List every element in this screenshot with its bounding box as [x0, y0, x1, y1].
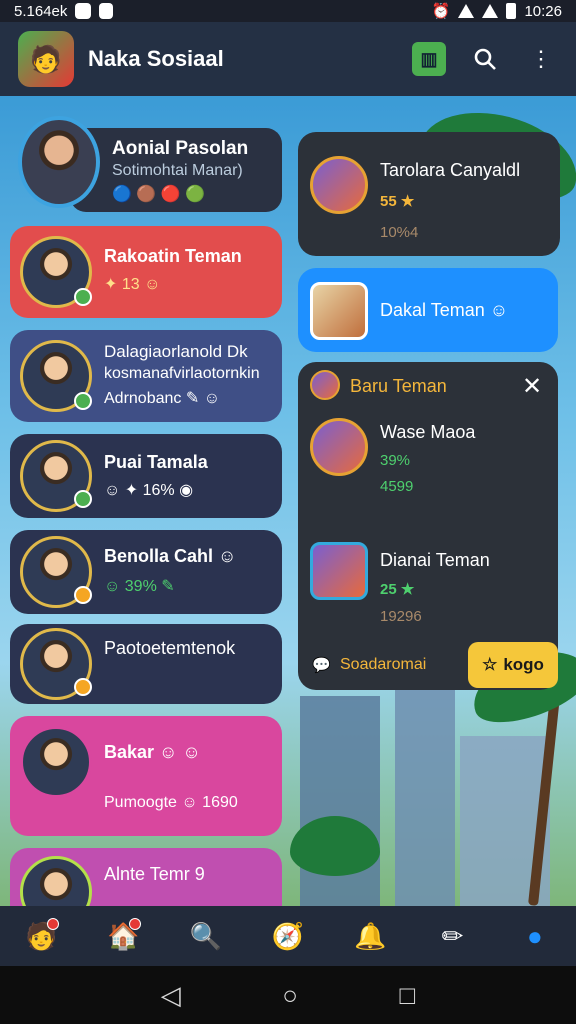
notification-icon [75, 3, 92, 19]
profile-badges: 🔵 🟤 🔴 🟢 [112, 186, 206, 203]
nav-explore-button[interactable]: 🧭 [268, 916, 308, 956]
list-item-sub: Adrnobanc ✎ ☺ [104, 390, 221, 407]
search-icon: 🔍 [189, 920, 222, 951]
status-badge-icon [74, 678, 92, 696]
profile-avatar[interactable] [18, 116, 100, 208]
star-icon: ★ [400, 193, 415, 210]
add-friend-title: Dakal Teman ☺ [380, 300, 509, 320]
list-item[interactable]: Benolla Cahl ☺ ☺ 39% ✎ [10, 530, 282, 614]
popup-footer-label[interactable]: Soadaromai [340, 656, 426, 674]
more-options-button[interactable]: ⋮ [524, 42, 558, 76]
points-button-label: kogo [503, 655, 544, 674]
list-item[interactable]: Bakar ☺ ☺ Pumoogte ☺ 1690 [10, 716, 282, 836]
card-thumbnail [310, 282, 368, 340]
search-icon [474, 48, 496, 70]
list-item-sub: Pumoogte ☺ 1690 [104, 794, 238, 811]
add-friend-card[interactable]: Dakal Teman ☺ [298, 268, 558, 352]
chat-bubble-icon: ● [526, 920, 543, 951]
sim-icon [99, 3, 114, 19]
popup-item-count: 4599 [380, 478, 414, 495]
list-item-name: Rakoatin Teman [104, 246, 242, 266]
popup-item-value-text: 25 [380, 581, 397, 598]
nav-home-button[interactable]: 🏠 [103, 916, 143, 956]
list-item-sub: ☺ 39% ✎ [104, 578, 175, 595]
list-item-name: Bakar ☺ ☺ [104, 742, 201, 762]
profile-subtitle: Sotimohtai Manar) [112, 162, 243, 179]
status-badge-icon [74, 586, 92, 604]
nav-edit-button[interactable]: ✏ [433, 916, 473, 956]
list-item-name: Benolla Cahl ☺ [104, 546, 237, 566]
online-badge-icon [74, 288, 92, 306]
avatar [20, 726, 92, 798]
pencil-icon: ✏ [441, 920, 464, 951]
alarm-icon: ⏰ [431, 3, 451, 20]
signal-icon [482, 4, 499, 18]
list-item[interactable]: Dalagiaorlanold Dk kosmanafvirlaotornkin… [10, 330, 282, 422]
bell-icon: 🔔 [354, 920, 387, 951]
list-item-name: Dalagiaorlanold Dk [104, 342, 248, 361]
close-button[interactable]: ✕ [522, 372, 542, 401]
popup-item-title: Dianai Teman [380, 550, 490, 570]
star-icon: ☆ [482, 655, 498, 674]
item-thumbnail [310, 542, 368, 600]
nav-chat-button[interactable]: ● [515, 916, 555, 956]
list-item-name: Alnte Temr 9 [104, 864, 205, 884]
new-friends-popup: Baru Teman ✕ Wase Maoa 39% 4599 Dianai T… [298, 362, 558, 690]
points-button[interactable]: ☆ kogo [468, 642, 558, 688]
search-button[interactable] [468, 42, 502, 76]
list-item-line2: kosmanafvirlaotornkin [104, 365, 260, 382]
popup-item-value: 25 ★ [380, 580, 414, 598]
recents-icon[interactable]: □ [400, 980, 416, 1011]
list-item-sub: ✦ 13 ☺ [104, 276, 161, 293]
popup-header: Baru Teman [350, 376, 447, 396]
list-item[interactable]: Puai Tamala ☺ ✦ 16% ◉ [10, 434, 282, 518]
popup-item-sub: 19296 [380, 608, 422, 625]
status-time-right: 10:26 [524, 2, 562, 20]
popup-item-title: Wase Maoa [380, 422, 476, 442]
compass-icon: 🧭 [271, 920, 305, 951]
list-item-name: Paotoetemtenok [104, 638, 236, 658]
building [395, 656, 455, 906]
featured-card[interactable]: Tarolara Canyaldl 55 ★ 10%4 [298, 132, 560, 256]
app-logo-icon[interactable]: 🧑 [18, 31, 74, 87]
list-item-sub: ☺ ✦ 16% ◉ [104, 482, 194, 499]
profile-name: Aonial Pasolan [112, 138, 249, 159]
back-icon[interactable]: ◁ [161, 980, 181, 1011]
card-thumbnail [310, 156, 368, 214]
app-title: Naka Sosiaal [88, 46, 224, 71]
notification-dot [47, 918, 60, 930]
bottom-nav: 🧑 🏠 🔍 🧭 🔔 ✏ ● [0, 906, 576, 966]
card-sub: 10%4 [380, 224, 419, 241]
card-title: Tarolara Canyaldl [380, 160, 521, 180]
popup-item-pct: 39% [380, 452, 411, 469]
nav-alerts-button[interactable]: 🔔 [350, 916, 390, 956]
nav-profile-button[interactable]: 🧑 [21, 916, 61, 956]
online-badge-icon [74, 392, 92, 410]
chat-icon: 💬 [312, 657, 331, 674]
status-bar: 5.164ek ⏰ 10:26 [0, 0, 576, 22]
star-icon: ★ [400, 581, 415, 598]
status-time-left: 5.164ek [14, 2, 68, 20]
home-circle-icon[interactable]: ○ [282, 980, 298, 1011]
notification-dot [129, 918, 142, 930]
system-nav-bar: ◁ ○ □ [0, 966, 576, 1024]
list-item[interactable]: Alnte Temr 9 [10, 848, 282, 928]
wifi-icon [458, 4, 475, 18]
card-value: 55 ★ [380, 192, 414, 210]
app-bar: 🧑 Naka Sosiaal ▥ ⋮ [0, 22, 576, 96]
popup-header-icon [310, 370, 340, 400]
list-item-name: Puai Tamala [104, 452, 208, 472]
online-badge-icon [74, 490, 92, 508]
grid-menu-button[interactable]: ▥ [412, 42, 446, 76]
battery-icon [506, 3, 517, 19]
item-thumbnail [310, 418, 368, 476]
card-value-text: 55 [380, 193, 397, 210]
list-item[interactable]: Paotoetemtenok [10, 624, 282, 704]
list-item[interactable]: Rakoatin Teman ✦ 13 ☺ [10, 226, 282, 318]
profile-card[interactable]: Aonial Pasolan Sotimohtai Manar) 🔵 🟤 🔴 🟢 [70, 128, 282, 212]
nav-search-button[interactable]: 🔍 [186, 916, 226, 956]
